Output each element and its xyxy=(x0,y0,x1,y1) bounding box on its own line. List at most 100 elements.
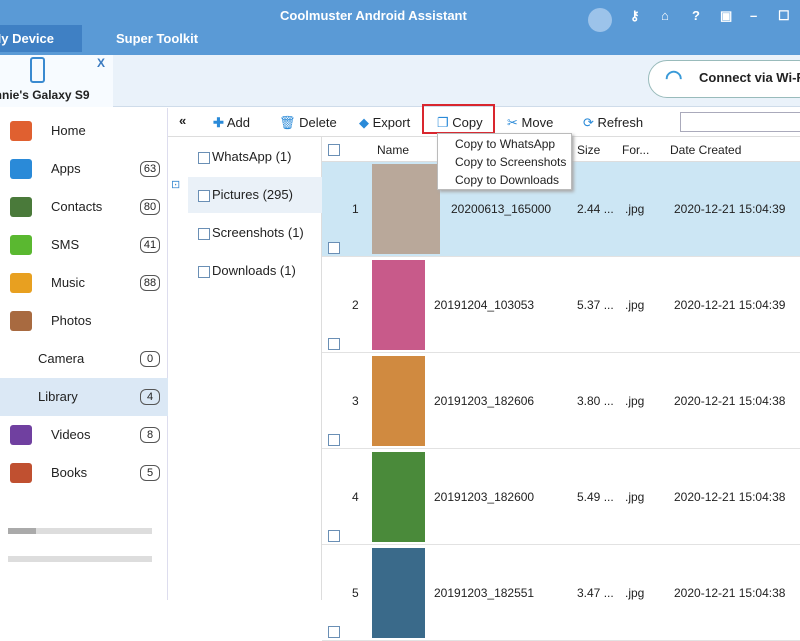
music-icon xyxy=(10,273,32,293)
refresh-icon: ⟳ xyxy=(583,115,594,130)
tab-label: My Device xyxy=(0,31,54,46)
sidebar-label: Home xyxy=(51,123,86,138)
help-icon[interactable]: ? xyxy=(692,8,700,23)
add-button[interactable]: ✚ Add xyxy=(213,115,250,131)
col-name[interactable]: Name xyxy=(377,143,409,157)
date-created: 2020-12-21 15:04:38 xyxy=(674,394,786,408)
menu-copy-screenshots[interactable]: Copy to Screenshots xyxy=(455,155,566,169)
videos-icon xyxy=(10,425,32,445)
sidebar-item-books[interactable]: Books 5 xyxy=(0,454,168,492)
home-icon[interactable]: ⌂ xyxy=(661,8,669,23)
photos-icon xyxy=(10,311,32,331)
folder-item[interactable]: Screenshots (1) xyxy=(188,215,322,251)
home-icon xyxy=(10,121,32,141)
file-size: 5.37 ... xyxy=(577,298,614,312)
folder-checkbox[interactable] xyxy=(198,189,210,202)
export-label: Export xyxy=(372,115,411,130)
folder-label: Downloads (1) xyxy=(212,263,296,278)
sms-icon xyxy=(10,235,32,255)
photo-thumbnail[interactable] xyxy=(372,548,425,638)
sidebar-count: 41 xyxy=(140,237,160,253)
folder-checkbox[interactable] xyxy=(198,227,210,240)
move-label: Move xyxy=(521,115,554,130)
file-name: 20200613_165000 xyxy=(451,202,552,216)
sidebar-item-videos[interactable]: Videos 8 xyxy=(0,416,168,454)
row-checkbox[interactable] xyxy=(328,626,340,638)
folder-checkbox[interactable] xyxy=(198,151,210,164)
refresh-button[interactable]: ⟳ Refresh xyxy=(583,115,643,131)
close-device-icon[interactable]: X xyxy=(97,56,105,70)
sidebar-count: 5 xyxy=(140,465,160,481)
delete-button[interactable]: 🗑 Delete xyxy=(279,115,337,131)
row-number: 4 xyxy=(352,490,359,504)
feedback-icon[interactable]: ▣ xyxy=(720,8,732,24)
date-created: 2020-12-21 15:04:38 xyxy=(674,490,786,504)
file-name: 20191203_182606 xyxy=(434,394,535,408)
photo-thumbnail[interactable] xyxy=(372,260,425,350)
sidebar-item-music[interactable]: Music 88 xyxy=(0,264,168,302)
file-size: 3.80 ... xyxy=(577,394,614,408)
move-button[interactable]: ✂ Move xyxy=(507,115,553,131)
books-icon xyxy=(10,463,32,483)
search-input[interactable] xyxy=(680,112,800,132)
table-row[interactable]: 5 20191203_182551 3.47 ... .jpg 2020-12-… xyxy=(322,546,800,641)
sidebar-item-home[interactable]: Home xyxy=(0,112,168,150)
sidebar-scrollbar[interactable] xyxy=(8,528,152,534)
photo-thumbnail[interactable] xyxy=(372,164,440,254)
folder-item[interactable]: Downloads (1) xyxy=(188,253,322,289)
tab-my-device[interactable]: My Device xyxy=(0,25,82,52)
col-date[interactable]: Date Created xyxy=(670,143,741,157)
sidebar-item-camera[interactable]: Camera 0 xyxy=(0,340,168,378)
sidebar-label: Music xyxy=(51,275,85,290)
tab-super-toolkit[interactable]: Super Toolkit xyxy=(104,25,210,52)
file-format: .jpg xyxy=(625,586,645,600)
folder-item[interactable]: Pictures (295) xyxy=(188,177,322,213)
sidebar-count: 80 xyxy=(140,199,160,215)
table-row[interactable]: 3 20191203_182606 3.80 ... .jpg 2020-12-… xyxy=(322,354,800,449)
table-row[interactable]: 4 20191203_182600 5.49 ... .jpg 2020-12-… xyxy=(322,450,800,545)
copy-menu: Copy to WhatsApp Copy to Screenshots Cop… xyxy=(437,133,572,190)
folder-checkbox[interactable] xyxy=(198,265,210,278)
row-checkbox[interactable] xyxy=(328,338,340,350)
minimize-icon[interactable]: – xyxy=(750,8,757,23)
sidebar-item-photos[interactable]: Photos xyxy=(0,302,168,340)
row-number: 3 xyxy=(352,394,359,408)
photo-thumbnail[interactable] xyxy=(372,356,425,446)
file-format: .jpg xyxy=(625,394,645,408)
sidebar-item-contacts[interactable]: Contacts 80 xyxy=(0,188,168,226)
device-name: Annie's Galaxy S9 xyxy=(0,88,90,102)
connect-wifi-button[interactable]: ◠ Connect via Wi-Fi xyxy=(648,60,800,98)
photo-thumbnail[interactable] xyxy=(372,452,425,542)
sidebar-item-sms[interactable]: SMS 41 xyxy=(0,226,168,264)
maximize-icon[interactable]: ☐ xyxy=(778,8,790,24)
export-button[interactable]: ◆ Export xyxy=(359,115,410,131)
row-checkbox[interactable] xyxy=(328,434,340,446)
sidebar-count: 88 xyxy=(140,275,160,291)
menu-copy-whatsapp[interactable]: Copy to WhatsApp xyxy=(455,137,555,151)
collapse-button[interactable]: « xyxy=(179,113,186,128)
scissors-icon: ✂ xyxy=(507,115,518,130)
menu-copy-downloads[interactable]: Copy to Downloads xyxy=(455,173,559,187)
folder-item[interactable]: WhatsApp (1) xyxy=(188,139,322,175)
select-all-checkbox[interactable] xyxy=(328,143,340,156)
wifi-label: Connect via Wi-Fi xyxy=(699,70,800,85)
date-created: 2020-12-21 15:04:39 xyxy=(674,202,786,216)
key-icon[interactable]: ⚷ xyxy=(630,8,640,24)
trash-icon: 🗑 xyxy=(279,115,296,130)
file-name: 20191203_182600 xyxy=(434,490,535,504)
col-format[interactable]: For... xyxy=(622,143,649,157)
date-created: 2020-12-21 15:04:39 xyxy=(674,298,786,312)
cart-icon[interactable] xyxy=(588,8,612,32)
row-checkbox[interactable] xyxy=(328,530,340,542)
file-name: 20191204_103053 xyxy=(434,298,535,312)
col-size[interactable]: Size xyxy=(577,143,600,157)
export-icon: ◆ xyxy=(359,115,369,130)
table-row[interactable]: 2 20191204_103053 5.37 ... .jpg 2020-12-… xyxy=(322,258,800,353)
date-created: 2020-12-21 15:04:38 xyxy=(674,586,786,600)
folder-label: Pictures (295) xyxy=(212,187,293,202)
sidebar-scrollbar-2[interactable] xyxy=(8,556,152,562)
sidebar-item-apps[interactable]: Apps 63 xyxy=(0,150,168,188)
sidebar-item-library[interactable]: Library 4 xyxy=(0,378,168,416)
row-checkbox[interactable] xyxy=(328,242,340,254)
sidebar-label: Contacts xyxy=(51,199,103,214)
